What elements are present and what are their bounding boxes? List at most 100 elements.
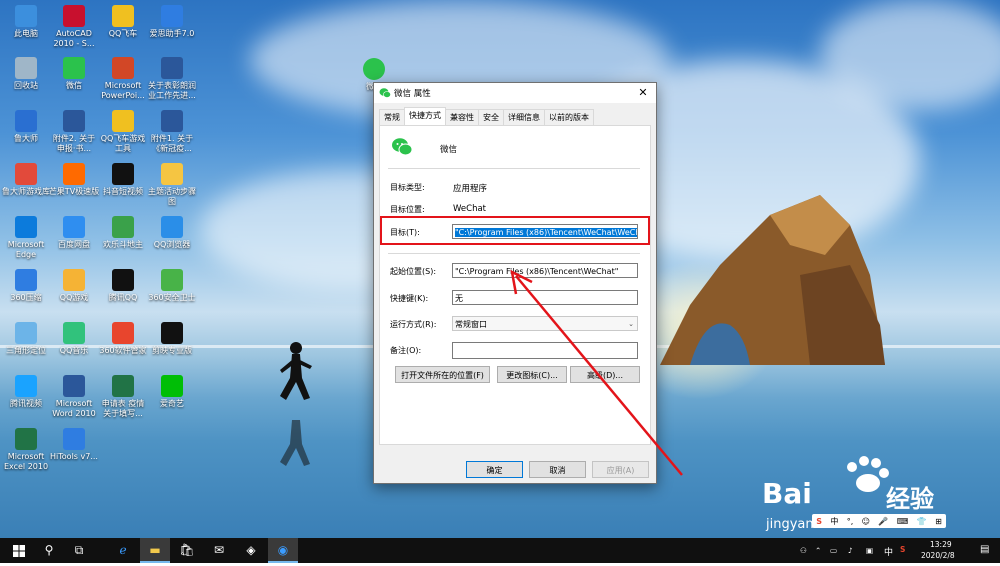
tab-compatibility[interactable]: 兼容性 (445, 109, 479, 125)
desktop-icon-label: 微信 (66, 81, 82, 90)
app-icon (15, 375, 37, 397)
ime-item[interactable]: ⊞ (935, 517, 942, 526)
desktop-icon[interactable]: 主题活动步骤图 (146, 163, 198, 207)
ok-button[interactable]: 确定 (466, 461, 523, 478)
desktop-icon[interactable]: Microsoft Excel 2010 (0, 428, 52, 472)
desktop-icon[interactable]: 抖音短视频 (97, 163, 149, 197)
app-icon (15, 269, 37, 291)
open-file-location-button[interactable]: 打开文件所在的位置(F) (395, 366, 490, 383)
desktop-icon[interactable]: 此电脑 (0, 5, 52, 39)
desktop-icon-label: QQ音乐 (59, 346, 89, 355)
desktop-icon[interactable]: 鲁大师游戏库 (0, 163, 52, 197)
chevron-up-icon[interactable]: ⌃ (815, 546, 821, 555)
desktop-icon[interactable]: 附件2. 关于 申报·书... (48, 110, 100, 154)
run-label: 运行方式(R): (390, 320, 437, 329)
desktop-icon[interactable]: 微信 (48, 57, 100, 91)
app-icon (161, 5, 183, 27)
cancel-button[interactable]: 取消 (529, 461, 586, 478)
desktop-icon-label: QQ飞车游戏 工具 (100, 134, 146, 153)
taskbar-mail[interactable]: ✉ (204, 538, 234, 563)
advanced-button[interactable]: 高级(D)... (570, 366, 640, 383)
taskbar-file-explorer[interactable]: ▬ (140, 538, 170, 563)
change-icon-button[interactable]: 更改图标(C)... (497, 366, 567, 383)
clock-date[interactable]: 2020/2/8 (921, 551, 955, 560)
taskbar-edge[interactable]: ℯ (108, 538, 138, 563)
desktop-icon[interactable]: 腾讯QQ (97, 269, 149, 303)
display-icon[interactable]: ▣ (866, 546, 873, 555)
desktop-icon[interactable]: 回收站 (0, 57, 52, 91)
desktop-icon-label: Microsoft Word 2010 (52, 399, 96, 418)
desktop-icon[interactable]: HiTools v7... (48, 428, 100, 462)
desktop-icon[interactable]: QQ浏览器 (146, 216, 198, 250)
desktop-icon[interactable]: QQ飞车游戏 工具 (97, 110, 149, 154)
desktop-icon[interactable]: Microsoft Word 2010 (48, 375, 100, 419)
annotation-highlight-box (380, 216, 650, 245)
tab-details[interactable]: 详细信息 (503, 109, 545, 125)
ime-item[interactable]: 中 (830, 516, 838, 527)
desktop-icon[interactable]: 爱奇艺 (146, 375, 198, 409)
dialog-titlebar[interactable]: 微信 属性 ✕ (374, 83, 656, 103)
taskbar-store[interactable]: 🛍 (172, 538, 202, 563)
desktop-icon[interactable]: 附件1. 关于 《新冠疫... (146, 110, 198, 154)
desktop-icon-label: 爱思助手7.0 (149, 29, 195, 38)
desktop-icon[interactable]: QQ游戏 (48, 269, 100, 303)
desktop-icon[interactable]: 剪映专业版 (146, 322, 198, 356)
shortcut-key-input[interactable]: 无 (452, 290, 638, 305)
notification-icon[interactable]: ▤ (980, 544, 989, 555)
desktop-icon[interactable]: 芒果TV极速版 (48, 163, 100, 197)
app-icon (15, 322, 37, 344)
desktop-icon[interactable]: 百度网盘 (48, 216, 100, 250)
comment-input[interactable] (452, 342, 638, 359)
sogou-icon[interactable]: S (900, 545, 905, 554)
desktop-icon[interactable]: 360软件管家 (97, 322, 149, 356)
ime-item[interactable]: 🎤 (878, 517, 888, 526)
desktop-icon[interactable]: Microsoft PowerPoi... (97, 57, 149, 101)
desktop-icon[interactable]: 360安全卫士 (146, 269, 198, 303)
desktop-icon[interactable]: 鲁大师 (0, 110, 52, 144)
desktop-icon[interactable]: QQ音乐 (48, 322, 100, 356)
ime-toolbar[interactable]: S 中 °, ☺ 🎤 ⌨ 👕 ⊞ (812, 514, 946, 528)
taskbar-qq-browser[interactable]: ◉ (268, 538, 298, 563)
search-button[interactable]: ⚲ (34, 538, 64, 563)
tab-previous-versions[interactable]: 以前的版本 (544, 109, 594, 125)
desktop-icon-label: 此电脑 (14, 29, 38, 38)
close-button[interactable]: ✕ (630, 83, 656, 103)
desktop-icon[interactable]: AutoCAD 2010 - S... (48, 5, 100, 49)
desktop-icon[interactable]: 360压缩 (0, 269, 52, 303)
start-in-input[interactable]: "C:\Program Files (x86)\Tencent\WeChat" (452, 263, 638, 278)
desktop-icon[interactable]: 申请表 疫情 关于填写... (97, 375, 149, 419)
volume-icon[interactable]: ♪ (848, 546, 853, 555)
search-icon: ⚲ (44, 543, 54, 557)
ime-item[interactable]: ⌨ (897, 517, 909, 526)
people-icon[interactable]: ⚇ (800, 546, 807, 555)
clock-time[interactable]: 13:29 (930, 540, 952, 549)
desktop-icon[interactable]: 三角形定位 (0, 322, 52, 356)
network-icon[interactable]: ▭ (830, 546, 837, 555)
ime-item[interactable]: 👕 (917, 517, 927, 526)
desktop-icon[interactable]: QQ飞车 (97, 5, 149, 39)
tab-general[interactable]: 常规 (379, 109, 405, 125)
desktop-icon[interactable]: Microsoft Edge (0, 216, 52, 260)
taskbar-app[interactable]: ◈ (236, 538, 266, 563)
desktop-icon[interactable]: 腾讯视频 (0, 375, 52, 409)
task-view-button[interactable]: ⧉ (64, 538, 94, 563)
folder-icon: ▬ (149, 543, 161, 557)
watermark-brand: Bai (762, 477, 812, 510)
ime-item[interactable]: ☺ (862, 517, 870, 526)
app-icon (112, 5, 134, 27)
app-icon (15, 216, 37, 238)
ime-indicator[interactable]: 中 (884, 545, 893, 558)
desktop-icon-label: 腾讯视频 (10, 399, 42, 408)
ime-item[interactable]: °, (847, 517, 854, 526)
desktop-icon[interactable]: 欢乐斗地主 (97, 216, 149, 250)
apply-button[interactable]: 应用(A) (592, 461, 649, 478)
tab-shortcut[interactable]: 快捷方式 (404, 107, 446, 125)
ime-item[interactable]: S (816, 517, 822, 526)
app-icon (112, 216, 134, 238)
tab-security[interactable]: 安全 (478, 109, 504, 125)
desktop-icon[interactable]: 关于表彰朗润 业工作先进... (146, 57, 198, 101)
desktop-icon[interactable]: 爱思助手7.0 (146, 5, 198, 39)
run-select[interactable]: 常规窗口 ⌄ (452, 316, 638, 331)
desktop-icon-label: HiTools v7... (50, 452, 98, 461)
start-button[interactable] (4, 538, 34, 563)
